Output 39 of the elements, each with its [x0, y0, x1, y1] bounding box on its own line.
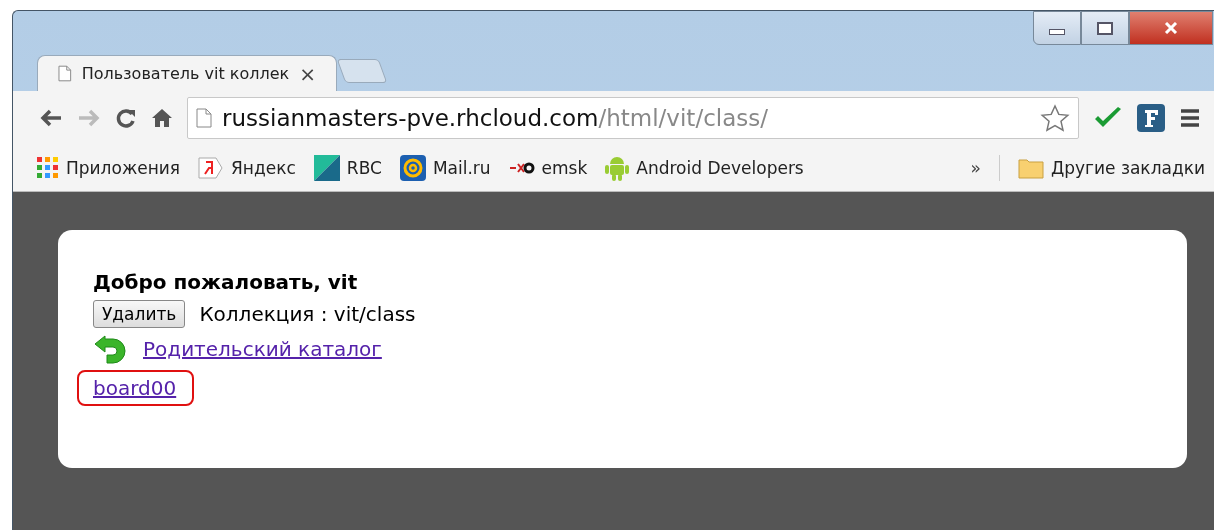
page-icon — [196, 108, 212, 128]
delete-button[interactable]: Удалить — [93, 300, 186, 328]
greeting-heading: Добро пожаловать, vit — [93, 270, 359, 294]
minimize-button[interactable] — [1033, 11, 1081, 45]
browser-tab[interactable]: Пользователь vit коллек × — [37, 55, 337, 91]
tab-title: Пользователь vit коллек — [81, 64, 290, 83]
yandex-icon — [198, 156, 225, 180]
close-icon — [1164, 22, 1178, 34]
diagonal-square-icon — [313, 155, 340, 181]
bookmark[interactable]: RBC — [313, 155, 382, 181]
collection-label: Коллекция : vit/class — [199, 302, 416, 326]
android-icon — [605, 155, 630, 181]
close-icon[interactable]: × — [299, 61, 316, 86]
folder-link[interactable]: board00 — [77, 370, 195, 406]
page-icon — [58, 65, 72, 82]
menu-icon[interactable] — [1179, 108, 1201, 128]
apps-grid-icon — [37, 157, 59, 179]
bookmark[interactable]: Яндекс — [198, 156, 296, 180]
check-icon[interactable] — [1093, 106, 1123, 130]
return-arrow-icon — [93, 334, 127, 364]
folder-icon — [1017, 157, 1044, 179]
address-bar[interactable]: russianmasters-pve.rhcloud.com/html/vit/class/ — [187, 97, 1079, 139]
back-icon[interactable] — [39, 108, 63, 128]
extension-icon[interactable] — [1137, 104, 1165, 132]
home-icon[interactable] — [151, 107, 173, 129]
reload-icon[interactable] — [115, 107, 137, 129]
star-icon[interactable] — [1040, 104, 1070, 132]
bookmark[interactable]: Приложения — [37, 157, 181, 179]
close-button[interactable] — [1129, 11, 1213, 45]
more-bookmarks-button[interactable]: » — [970, 158, 981, 178]
url-text: russianmasters-pve.rhcloud.com/html/vit/class/ — [222, 105, 769, 131]
at-sign-icon — [399, 155, 426, 181]
bookmark[interactable]: emsk — [508, 158, 588, 178]
logo-icon — [508, 161, 535, 175]
bookmark[interactable]: Mail.ru — [399, 155, 491, 181]
parent-folder-link[interactable]: Родительский каталог — [141, 335, 384, 363]
bookmark-folder[interactable]: Другие закладки — [1017, 157, 1205, 179]
bookmark[interactable]: Android Developers — [605, 155, 804, 181]
maximize-button[interactable] — [1081, 11, 1129, 45]
